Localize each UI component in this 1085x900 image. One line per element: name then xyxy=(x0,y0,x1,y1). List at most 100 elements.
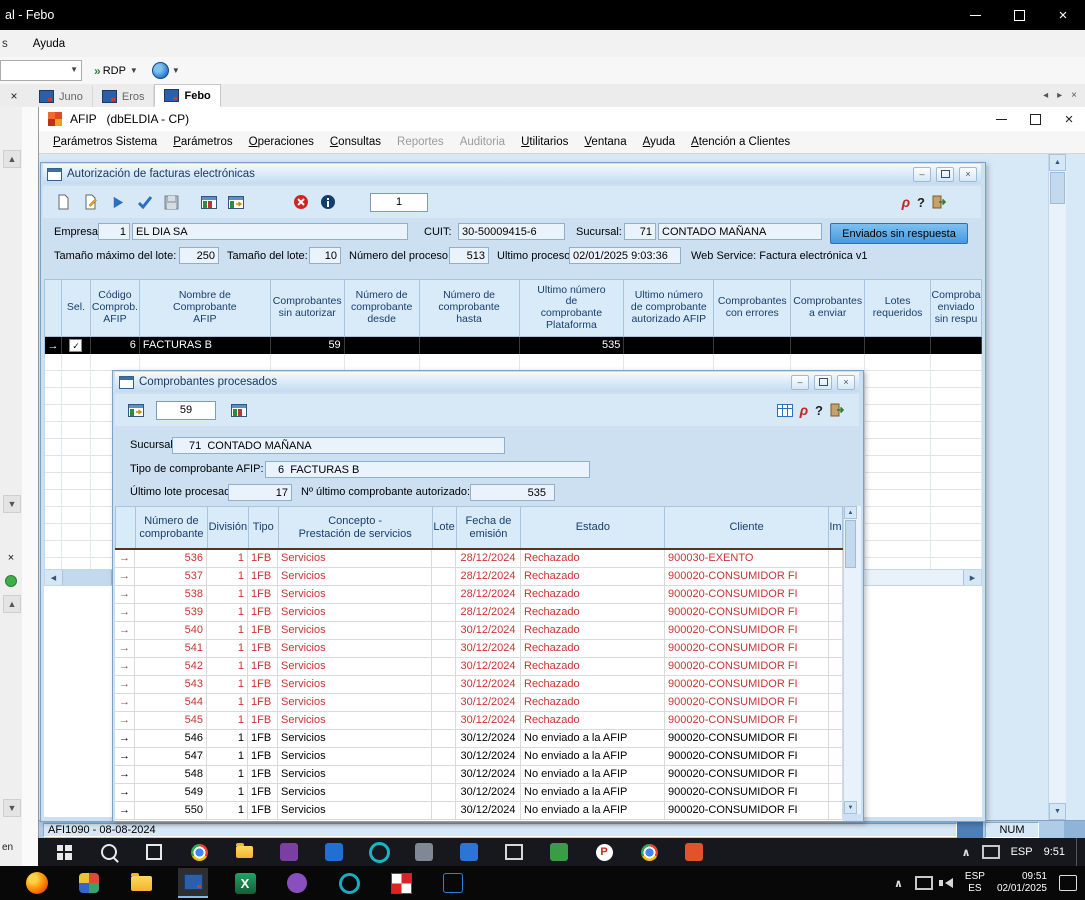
tray-display-icon[interactable] xyxy=(915,876,933,890)
invoice-row[interactable]: →54211FBServicios30/12/2024Rechazado9000… xyxy=(115,658,843,676)
empresa-number-field[interactable]: 1 xyxy=(98,223,130,240)
header-sin-autorizar[interactable]: Comprobantes sin autorizar xyxy=(271,280,345,337)
header-hasta[interactable]: Número de comprobante hasta xyxy=(420,280,520,337)
run-button[interactable] xyxy=(105,191,130,214)
ultimo-lote-field[interactable]: 17 xyxy=(228,484,292,501)
header-a-enviar[interactable]: Comprobantes a enviar xyxy=(791,280,865,337)
confirm-button[interactable] xyxy=(132,191,157,214)
empresa-name-field[interactable]: EL DIA SA xyxy=(132,223,408,240)
tab-close-icon[interactable]: × xyxy=(1071,90,1077,101)
rdcman-taskbar-button[interactable] xyxy=(178,868,208,898)
new-button[interactable] xyxy=(51,191,76,214)
header-division[interactable]: División xyxy=(208,507,249,549)
proc-titlebar[interactable]: Comprobantes procesados – × xyxy=(115,372,859,392)
pen-app-button[interactable] xyxy=(438,868,468,898)
proc-close-button[interactable]: × xyxy=(837,375,855,390)
sucursal-number-field[interactable]: 71 xyxy=(624,223,656,240)
tipo-comprobante-field[interactable]: 6 FACTURAS B xyxy=(265,461,590,478)
chrome-taskbar-button[interactable] xyxy=(187,840,211,864)
globe-icon[interactable] xyxy=(152,62,169,79)
host-close-button[interactable]: × xyxy=(1041,0,1085,30)
auth-titlebar[interactable]: Autorización de facturas electrónicas – … xyxy=(43,164,981,184)
file-explorer-button[interactable] xyxy=(232,840,256,864)
info-button[interactable] xyxy=(315,191,340,214)
tab-scroll-right-icon[interactable]: ▸ xyxy=(1057,90,1062,101)
chevron-down-icon[interactable]: ▼ xyxy=(172,66,180,75)
tab-eros[interactable]: Eros xyxy=(93,86,155,107)
selected-comprobante-row[interactable]: → 6 FACTURAS B 59 535 xyxy=(44,337,982,354)
start-button[interactable] xyxy=(52,840,76,864)
header-fecha[interactable]: Fecha de emisión xyxy=(457,507,522,549)
pinned-app-button[interactable]: P xyxy=(592,840,616,864)
invoice-row[interactable]: →54411FBServicios30/12/2024Rechazado9000… xyxy=(115,694,843,712)
help-icon[interactable]: ? xyxy=(815,404,823,417)
menu-consultas[interactable]: Consultas xyxy=(322,136,389,148)
header-lote[interactable]: Lote xyxy=(433,507,457,549)
menu-ventana[interactable]: Ventana xyxy=(576,136,634,148)
menu-utilitarios[interactable]: Utilitarios xyxy=(513,136,576,148)
header-numero[interactable]: Número de comprobante xyxy=(136,507,208,549)
invoice-row[interactable]: →53611FBServicios28/12/2024Rechazado9000… xyxy=(115,550,843,568)
pinned-app-button[interactable] xyxy=(502,840,526,864)
volume-icon[interactable] xyxy=(945,878,953,888)
invoice-row[interactable]: →53911FBServicios28/12/2024Rechazado9000… xyxy=(115,604,843,622)
header-autorizado-afip[interactable]: Ultimo número de comprobante autorizado … xyxy=(624,280,714,337)
resize-grip[interactable] xyxy=(1064,821,1085,838)
scrollbar-thumb[interactable] xyxy=(63,570,112,585)
mdi-vertical-scrollbar[interactable]: ▲ ▼ xyxy=(1048,154,1066,820)
checkered-app-button[interactable] xyxy=(386,868,416,898)
context-help-icon[interactable]: ρ xyxy=(800,403,808,417)
proc-restore-button[interactable] xyxy=(814,375,832,390)
task-view-button[interactable] xyxy=(142,840,166,864)
scroll-down-button[interactable]: ▼ xyxy=(1049,803,1066,820)
tab-juno[interactable]: Juno xyxy=(30,86,93,107)
tab-scroll-left-icon[interactable]: ◂ xyxy=(1043,90,1048,101)
server-combo[interactable]: ▼ xyxy=(0,60,82,81)
scrollbar-thumb[interactable] xyxy=(1050,172,1065,204)
menu-item-ayuda[interactable]: Ayuda xyxy=(24,38,74,50)
action-center-icon[interactable] xyxy=(1059,875,1077,891)
header-importe[interactable]: Im xyxy=(829,507,843,549)
cuit-field[interactable]: 30-50009415-6 xyxy=(458,223,565,240)
proc-vertical-scrollbar[interactable]: ▲ ▼ xyxy=(843,506,861,814)
context-help-icon[interactable]: ρ xyxy=(902,195,910,209)
menu-atencion-clientes[interactable]: Atención a Clientes xyxy=(683,136,798,148)
lote-count-field[interactable]: 1 xyxy=(370,193,428,212)
exit-icon[interactable] xyxy=(932,195,947,209)
scroll-up-button[interactable]: ▲ xyxy=(3,595,21,613)
scroll-down-button[interactable]: ▼ xyxy=(844,801,857,814)
ultimo-comprobante-field[interactable]: 535 xyxy=(470,484,555,501)
invoice-row[interactable]: →53811FBServicios28/12/2024Rechazado9000… xyxy=(115,586,843,604)
sel-checkbox-cell[interactable] xyxy=(62,337,91,354)
tray-chevron-icon[interactable]: ∧ xyxy=(962,846,971,859)
invoice-row[interactable]: →54711FBServicios30/12/2024No enviado a … xyxy=(115,748,843,766)
tab-febo[interactable]: Febo xyxy=(154,84,220,107)
sucursal-name-field[interactable]: CONTADO MAÑANA xyxy=(658,223,822,240)
menu-operaciones[interactable]: Operaciones xyxy=(241,136,322,148)
pinned-app-button[interactable] xyxy=(457,840,481,864)
game-app-button[interactable] xyxy=(282,868,312,898)
tamano-lote-field[interactable]: 10 xyxy=(309,247,341,264)
registro-count-field[interactable]: 59 xyxy=(156,401,216,420)
checkbox-checked-icon[interactable] xyxy=(69,339,82,352)
invoice-row[interactable]: →53711FBServicios28/12/2024Rechazado9000… xyxy=(115,568,843,586)
clock[interactable]: 9:51 xyxy=(1044,846,1065,858)
header-sel[interactable]: Sel. xyxy=(62,280,91,337)
tabbar-close-button[interactable]: × xyxy=(6,88,22,104)
language-indicator[interactable]: ESP xyxy=(1011,846,1033,858)
grid-view-button[interactable] xyxy=(196,191,221,214)
auth-minimize-button[interactable]: – xyxy=(913,167,931,182)
afip-close-button[interactable]: × xyxy=(1052,107,1085,131)
header-codigo[interactable]: Código Comprob. AFIP xyxy=(91,280,140,337)
proc-minimize-button[interactable]: – xyxy=(791,375,809,390)
header-estado[interactable]: Estado xyxy=(521,507,665,549)
scroll-left-button[interactable]: ◀ xyxy=(45,570,63,585)
sucursal-field[interactable]: 71 CONTADO MAÑANA xyxy=(172,437,505,454)
scroll-down-button[interactable]: ▼ xyxy=(3,799,21,817)
afip-maximize-button[interactable] xyxy=(1018,107,1052,131)
clock[interactable]: 09:51 02/01/2025 xyxy=(997,871,1047,896)
invoice-row[interactable]: →54811FBServicios30/12/2024No enviado a … xyxy=(115,766,843,784)
export-grid-button[interactable] xyxy=(123,399,148,422)
auth-close-button[interactable]: × xyxy=(959,167,977,182)
scroll-right-button[interactable]: ▶ xyxy=(963,570,981,585)
